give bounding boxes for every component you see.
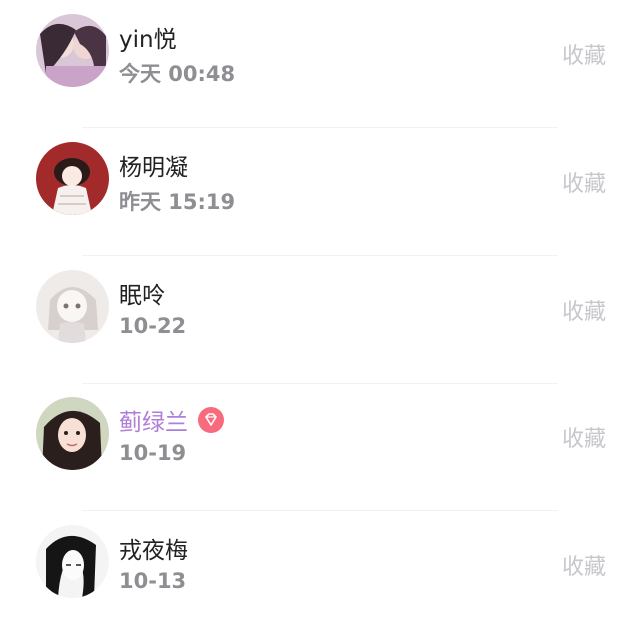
timestamp: 今天 00:48 <box>119 62 236 86</box>
favorite-button[interactable]: 收藏 <box>562 38 606 70</box>
timestamp: 昨天 15:19 <box>119 190 236 214</box>
user-name: yin悦 <box>119 27 177 53</box>
user-list: yin悦 今天 00:48 收藏 杨明凝 昨天 15:19 收藏 眠呤 10-2… <box>0 0 640 631</box>
user-name: 杨明凝 <box>119 155 188 181</box>
timestamp: 10-13 <box>119 569 187 593</box>
timestamp: 10-22 <box>119 314 187 338</box>
user-name: 戎夜梅 <box>119 538 188 564</box>
timestamp: 10-19 <box>119 441 187 465</box>
list-item[interactable]: yin悦 今天 00:48 收藏 <box>0 0 640 128</box>
list-item[interactable]: 眠呤 10-22 收藏 <box>0 256 640 384</box>
avatar[interactable] <box>36 142 109 215</box>
avatar[interactable] <box>36 270 109 343</box>
avatar[interactable] <box>36 525 109 598</box>
list-item[interactable]: 蓟绿兰 10-19 收藏 <box>0 383 640 511</box>
diamond-icon <box>198 407 224 433</box>
user-name: 眠呤 <box>119 283 165 309</box>
avatar[interactable] <box>36 397 109 470</box>
favorite-button[interactable]: 收藏 <box>562 166 606 198</box>
favorite-button[interactable]: 收藏 <box>562 421 606 453</box>
user-name: 蓟绿兰 <box>119 403 224 437</box>
favorite-button[interactable]: 收藏 <box>562 294 606 326</box>
list-item[interactable]: 戎夜梅 10-13 收藏 <box>0 511 640 639</box>
avatar[interactable] <box>36 14 109 87</box>
list-item[interactable]: 杨明凝 昨天 15:19 收藏 <box>0 128 640 256</box>
favorite-button[interactable]: 收藏 <box>562 549 606 581</box>
